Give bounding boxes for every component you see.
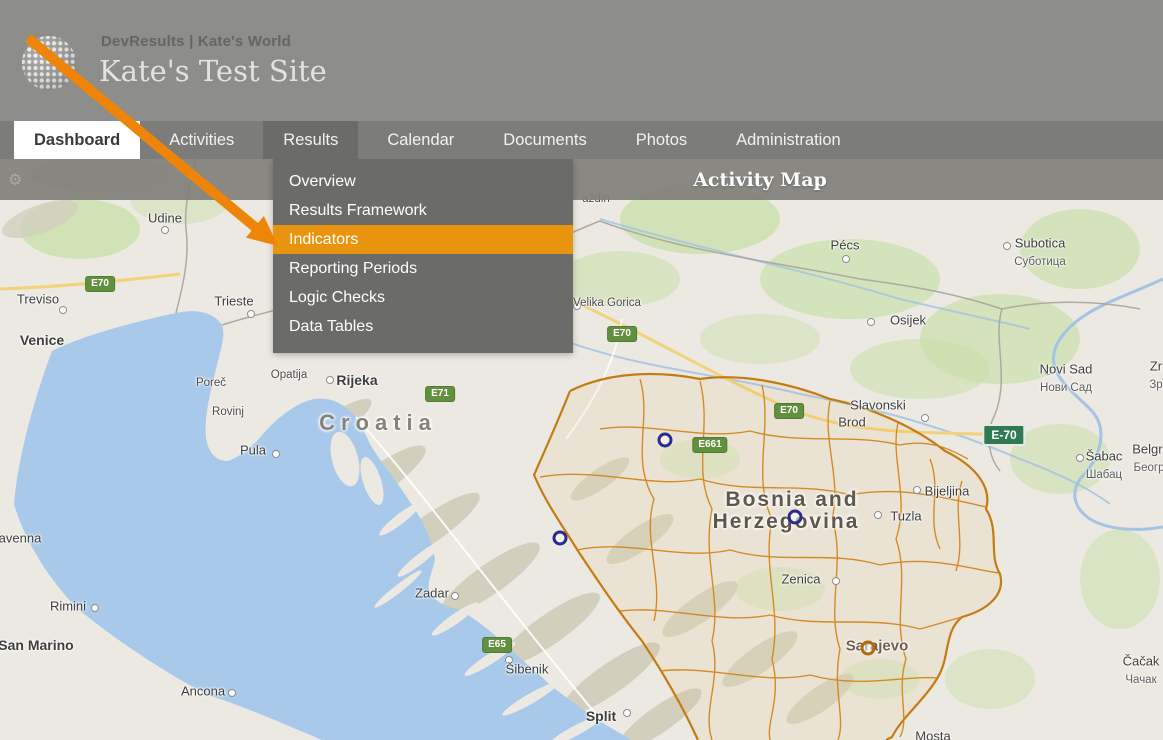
map-label: Čačak [1122, 653, 1160, 669]
map-label: Šabac [1085, 448, 1123, 464]
road-badge: E70 [85, 276, 115, 292]
map-label: Bosnia and [725, 488, 859, 511]
site-title: Kate's Test Site [99, 54, 327, 88]
map-label: Split [585, 708, 617, 724]
tab-dashboard[interactable]: Dashboard [14, 121, 141, 159]
city-dot [59, 306, 67, 314]
panel-title: Activity Map [693, 168, 827, 191]
map-label: Zr [1149, 358, 1163, 374]
city-dot [874, 511, 882, 519]
map-label: Treviso [16, 291, 60, 307]
road-badge: E70 [774, 403, 804, 419]
map-label: Slavonski [850, 397, 906, 413]
gear-icon[interactable]: ⚙ [8, 170, 22, 190]
results-dropdown: Overview Results Framework Indicators Re… [273, 159, 573, 353]
map-label: Ancona [180, 683, 226, 699]
map-label: Зр [1149, 379, 1163, 391]
map-label: Sarajevo [845, 637, 909, 655]
map-label: Opatija [270, 369, 308, 381]
road-badge: E71 [425, 386, 455, 402]
road-badge: E70 [607, 326, 637, 342]
map-label: Tuzla [890, 508, 922, 524]
map-label: Zenica [781, 571, 821, 587]
map-label: Šibenik [505, 661, 549, 677]
city-dot [247, 310, 255, 318]
city-dot [921, 414, 929, 422]
app-header: DevResults | Kate's World Kate's Test Si… [0, 0, 1163, 121]
road-badge: E-70 [982, 424, 1026, 446]
activity-location-marker[interactable] [860, 640, 876, 656]
city-dot [272, 450, 280, 458]
menu-item-data-tables[interactable]: Data Tables [273, 312, 573, 341]
city-dot [1003, 242, 1011, 250]
menu-item-reporting-periods[interactable]: Reporting Periods [273, 254, 573, 283]
menu-item-logic-checks[interactable]: Logic Checks [273, 283, 573, 312]
city-dot [842, 255, 850, 263]
menu-item-overview[interactable]: Overview [273, 167, 573, 196]
map-label: Шабац [1085, 469, 1123, 481]
tab-documents[interactable]: Documents [483, 121, 606, 159]
city-dot [326, 376, 334, 384]
map-label: Bijeljina [924, 483, 970, 499]
city-dot [161, 226, 169, 234]
map-label: San Marino [0, 637, 74, 653]
map-label: Velika Gorica [573, 297, 641, 309]
map-label: Venice [19, 332, 65, 348]
tab-photos[interactable]: Photos [616, 121, 707, 159]
map-label: Croatia [319, 410, 437, 435]
activity-location-marker[interactable] [552, 530, 568, 546]
map-label: Brod [838, 414, 866, 430]
map-label: Poreč [195, 377, 227, 389]
map-label: Udine [148, 210, 182, 226]
map-label: Pécs [830, 237, 860, 253]
city-dot [1076, 454, 1084, 462]
globe-logo-icon[interactable] [20, 34, 78, 92]
map-label: avenna [0, 530, 42, 546]
map-label: Pula [239, 442, 267, 458]
tab-administration[interactable]: Administration [716, 121, 861, 159]
city-dot [623, 709, 631, 717]
map-label: Trieste [214, 293, 254, 309]
map-label: Rijeka [336, 372, 378, 388]
brand-title: DevResults | Kate's World [101, 33, 292, 50]
map-label: Subotica [1014, 235, 1066, 251]
city-dot [451, 592, 459, 600]
activity-location-marker[interactable] [657, 432, 673, 448]
road-badge: E65 [482, 637, 512, 653]
menu-item-results-framework[interactable]: Results Framework [273, 196, 573, 225]
tab-results[interactable]: Results [263, 121, 359, 159]
menu-item-indicators[interactable]: Indicators [273, 225, 573, 254]
main-nav: Dashboard Activities Results Calendar Do… [0, 121, 1163, 159]
tab-activities[interactable]: Activities [149, 121, 254, 159]
city-dot [867, 318, 875, 326]
map-label: Novi Sad [1039, 361, 1093, 377]
map-label: Rovinj [212, 406, 244, 418]
map-label: Belgra [1132, 441, 1163, 457]
tab-calendar[interactable]: Calendar [367, 121, 474, 159]
city-dot [91, 604, 99, 612]
map-label: Mosta [915, 728, 951, 740]
city-dot [913, 486, 921, 494]
map-label: Osijek [889, 312, 927, 328]
map-label: Нови Сад [1040, 382, 1092, 394]
map-label: Чачак [1125, 674, 1157, 686]
map-label: Herzegovina [712, 510, 860, 533]
road-badge: E661 [692, 437, 728, 453]
activity-location-marker[interactable] [787, 509, 803, 525]
map-label: Rimini [49, 598, 87, 614]
map-label: Беогр [1133, 462, 1163, 474]
panel-bar: ⚙ Activity Map [0, 159, 1163, 200]
map-label: Суботица [1014, 256, 1066, 268]
activity-map[interactable]: UdineTrevisoVeniceTriesteaždinVelika Gor… [0, 159, 1163, 740]
map-label-layer: UdineTrevisoVeniceTriesteaždinVelika Gor… [0, 159, 1163, 740]
city-dot [832, 577, 840, 585]
city-dot [228, 689, 236, 697]
map-label: Zadar [415, 585, 449, 601]
